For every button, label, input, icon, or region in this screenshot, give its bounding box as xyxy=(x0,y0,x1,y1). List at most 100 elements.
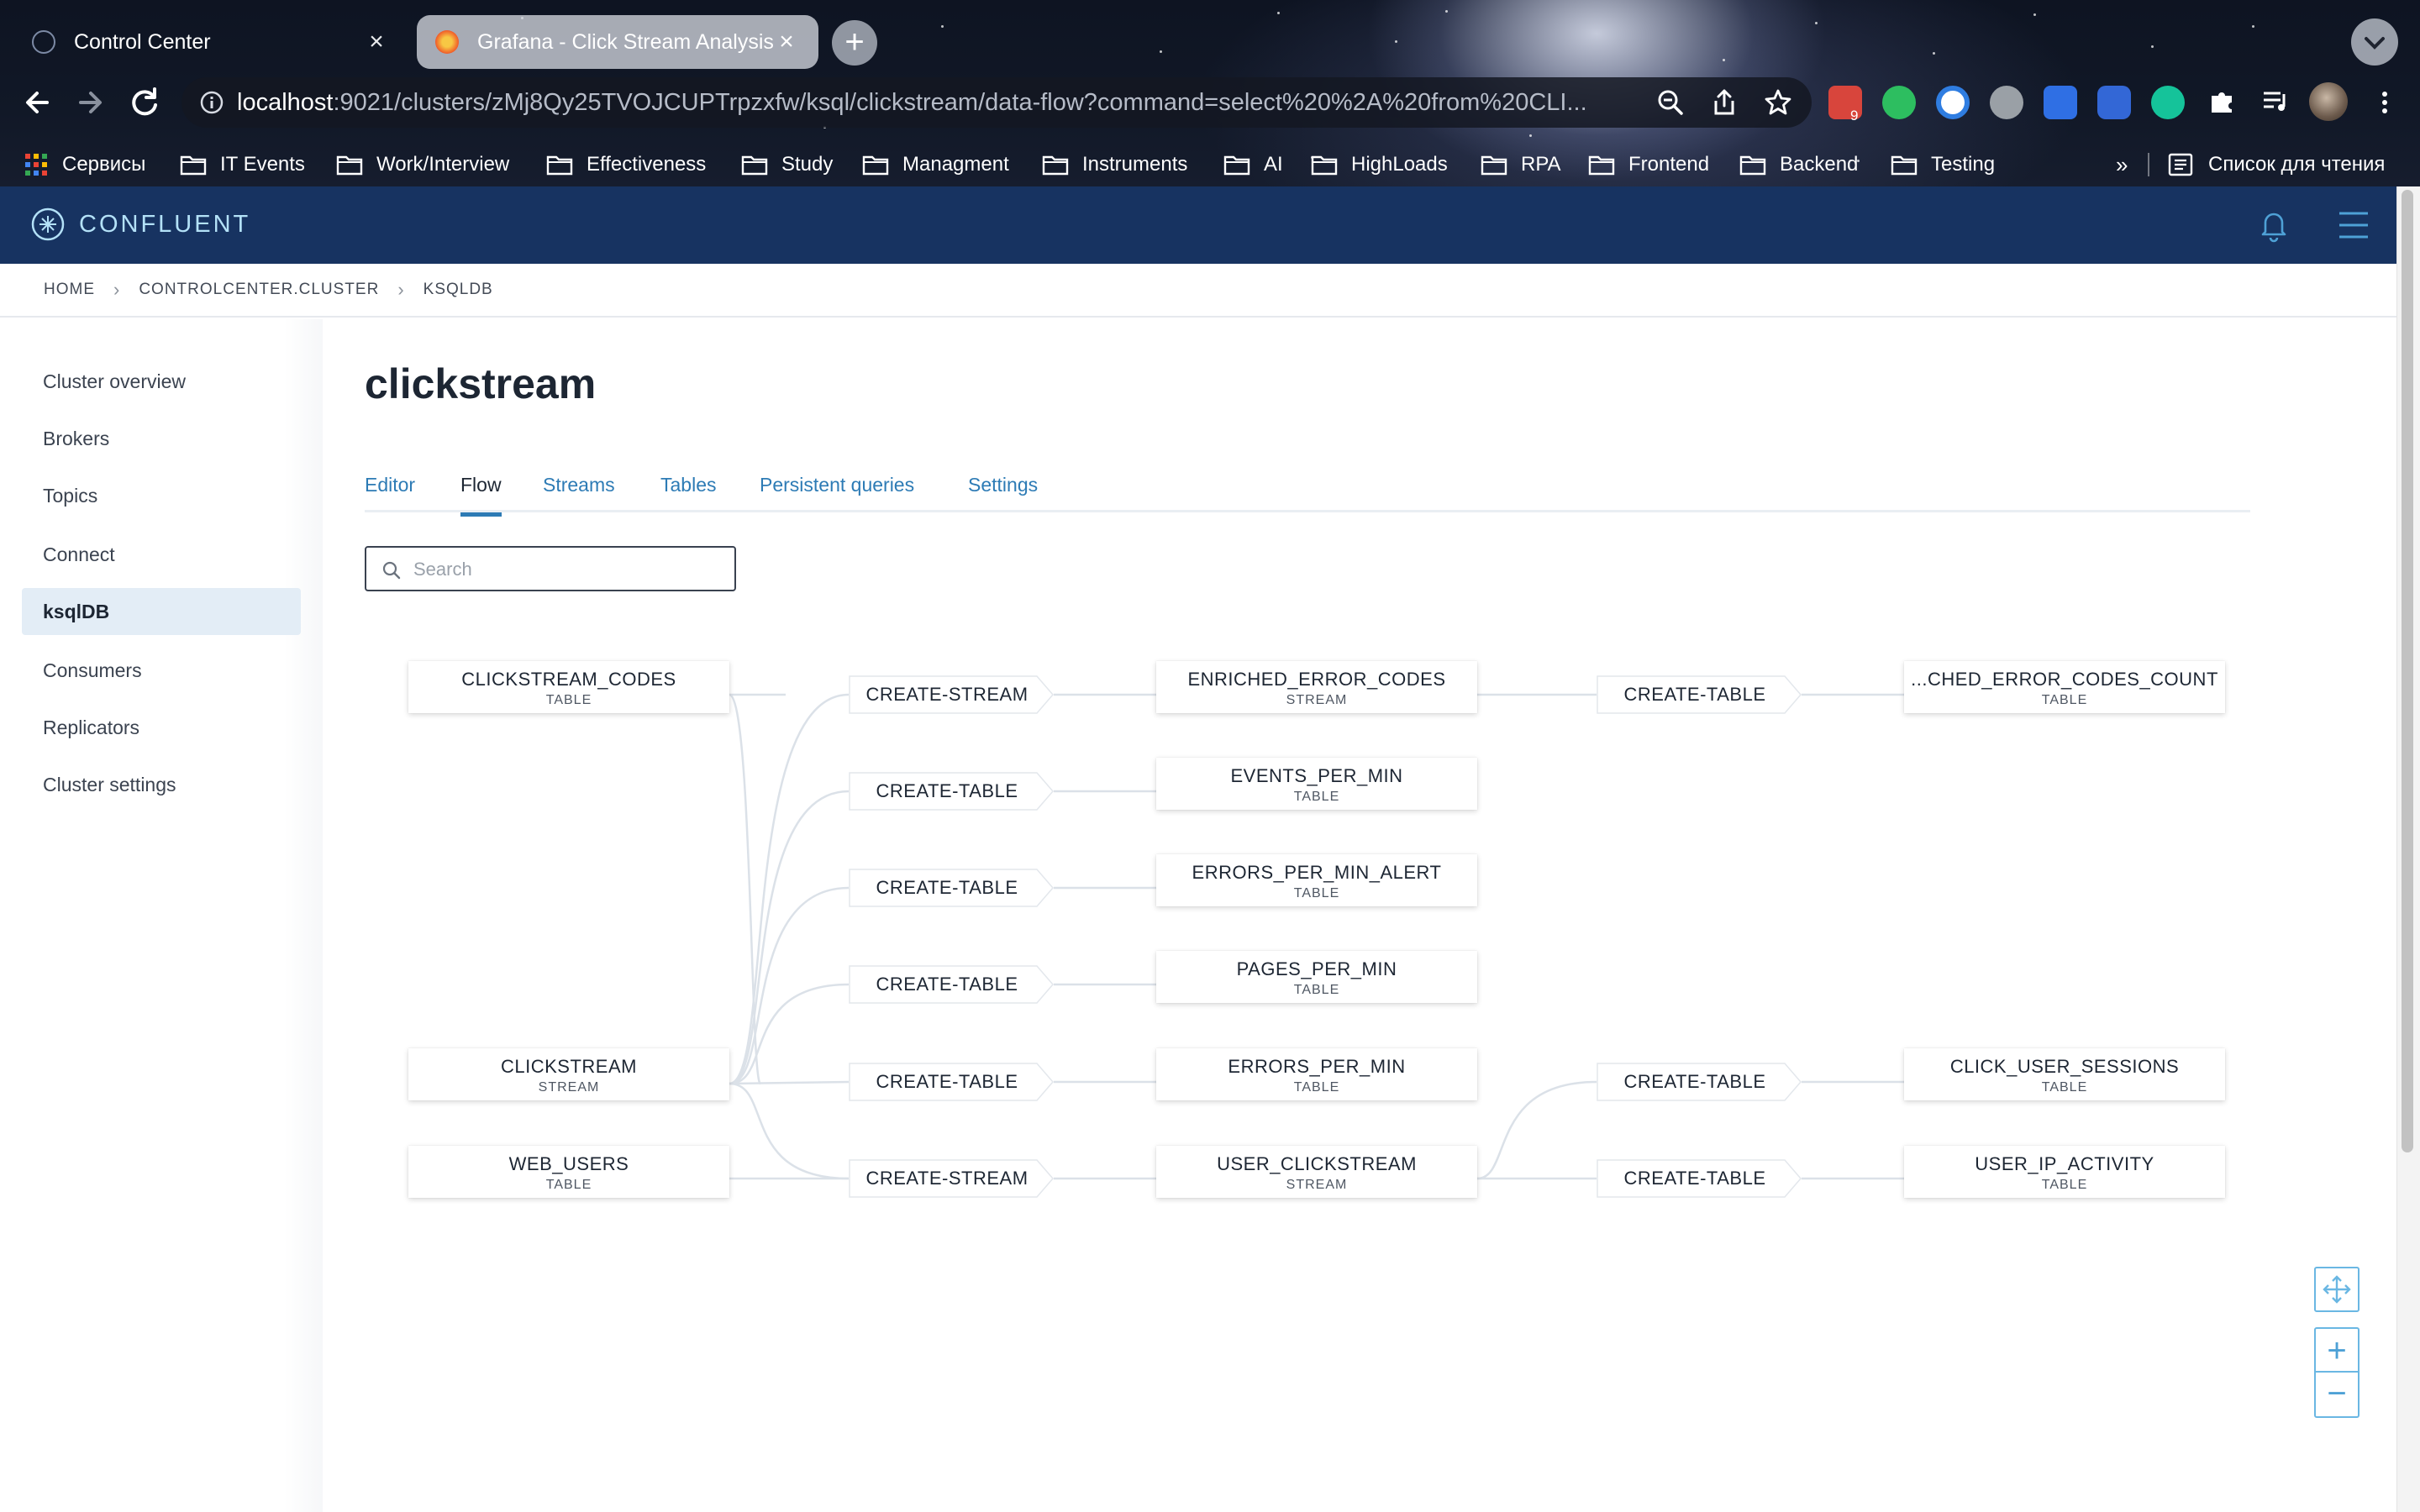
bookmark-folder[interactable]: AI xyxy=(1223,143,1283,186)
tab-settings[interactable]: Settings xyxy=(968,474,1038,496)
tab-streams[interactable]: Streams xyxy=(543,474,615,496)
notifications-bell-icon[interactable] xyxy=(2257,207,2291,244)
node-type: TABLE xyxy=(545,693,592,707)
zoom-out-button[interactable]: − xyxy=(2316,1373,2358,1416)
flow-node-clickstream[interactable]: CLICKSTREAM STREAM xyxy=(408,1048,729,1100)
sidebar-item-ksqldb[interactable]: ksqlDB xyxy=(22,588,301,635)
bookmark-folder[interactable]: IT Events xyxy=(180,143,305,186)
zoom-in-button[interactable]: + xyxy=(2316,1329,2358,1373)
bookmark-folder[interactable]: RPA xyxy=(1481,143,1561,186)
bookmark-label: Study xyxy=(781,153,834,176)
more-bookmarks-button[interactable]: » xyxy=(2116,143,2128,186)
bookmark-folder[interactable]: Instruments xyxy=(1042,143,1187,186)
more-menu-icon[interactable] xyxy=(2370,87,2400,118)
bookmark-folder[interactable]: HighLoads xyxy=(1311,143,1448,186)
tab-tables[interactable]: Tables xyxy=(660,474,716,496)
bookmark-folder[interactable]: Managment xyxy=(862,143,1009,186)
flow-node-user-clickstream[interactable]: USER_CLICKSTREAM STREAM xyxy=(1156,1146,1477,1198)
profile-avatar[interactable] xyxy=(2309,82,2348,121)
bookmark-folder[interactable]: Frontend xyxy=(1588,143,1709,186)
flow-op-create-table[interactable]: CREATE-TABLE xyxy=(1597,1159,1802,1198)
browser-tab-control-center[interactable]: Control Center × xyxy=(13,15,408,69)
confluent-logo[interactable]: CONFLUENT xyxy=(30,207,250,242)
reading-list-button[interactable]: Список для чтения xyxy=(2168,143,2385,186)
new-tab-button[interactable]: + xyxy=(832,20,877,66)
flow-node-events-per-min[interactable]: EVENTS_PER_MIN TABLE xyxy=(1156,758,1477,810)
op-label: CREATE-TABLE xyxy=(876,974,1018,995)
flow-op-create-table[interactable]: CREATE-TABLE xyxy=(849,772,1054,811)
flow-op-create-stream[interactable]: CREATE-STREAM xyxy=(849,1159,1054,1198)
media-control-icon[interactable] xyxy=(2260,86,2291,116)
flow-op-create-table[interactable]: CREATE-TABLE xyxy=(849,965,1054,1004)
node-type: STREAM xyxy=(538,1080,600,1095)
power-extension-icon[interactable] xyxy=(1990,86,2023,119)
sidebar-item-cluster-settings[interactable]: Cluster settings xyxy=(22,761,301,808)
site-info-icon[interactable] xyxy=(198,89,225,116)
search-input[interactable] xyxy=(413,554,724,585)
fit-to-screen-button[interactable] xyxy=(2314,1267,2360,1312)
breadcrumb-home[interactable]: HOME xyxy=(44,281,95,299)
zoom-icon[interactable] xyxy=(1655,87,1686,118)
node-name: EVENTS_PER_MIN xyxy=(1230,765,1403,786)
tab-persistent-queries[interactable]: Persistent queries xyxy=(760,474,914,496)
sidebar-item-topics[interactable]: Topics xyxy=(22,472,301,519)
flow-op-create-stream[interactable]: CREATE-STREAM xyxy=(849,675,1054,714)
forward-button[interactable] xyxy=(71,82,111,123)
folder-icon xyxy=(336,155,363,176)
bookmark-label: RPA xyxy=(1521,153,1561,176)
breadcrumb-cluster[interactable]: CONTROLCENTER.CLUSTER xyxy=(139,281,379,299)
bookmark-folder[interactable]: Testing xyxy=(1891,143,1995,186)
bookmark-apps[interactable]: Сервисы xyxy=(24,143,145,186)
bookmark-label: Effectiveness xyxy=(587,153,707,176)
evernote-extension-icon[interactable] xyxy=(1882,86,1916,119)
flow-op-create-table[interactable]: CREATE-TABLE xyxy=(1597,675,1802,714)
sidebar-item-brokers[interactable]: Brokers xyxy=(22,415,301,462)
reload-button[interactable] xyxy=(124,82,165,123)
bookmark-folder[interactable]: Backend xyxy=(1739,143,1858,186)
url-host: localhost xyxy=(237,88,334,116)
sidebar-item-consumers[interactable]: Consumers xyxy=(22,647,301,694)
tab-editor[interactable]: Editor xyxy=(365,474,415,496)
bookmarks-divider xyxy=(2148,153,2149,176)
share-icon[interactable] xyxy=(1709,87,1739,118)
bookmark-folder[interactable]: Study xyxy=(741,143,833,186)
puzzle-extensions-icon[interactable] xyxy=(2207,86,2237,116)
back-button[interactable] xyxy=(17,82,57,123)
node-type: TABLE xyxy=(1293,790,1340,804)
browser-tab-grafana[interactable]: Grafana - Click Stream Analysis × xyxy=(417,15,818,69)
sidebar-item-replicators[interactable]: Replicators xyxy=(22,704,301,751)
scrollbar-thumb[interactable] xyxy=(2402,190,2413,1152)
flow-node-pages-per-min[interactable]: PAGES_PER_MIN TABLE xyxy=(1156,951,1477,1003)
tab-flow[interactable]: Flow xyxy=(460,474,502,517)
sidebar-item-connect[interactable]: Connect xyxy=(22,531,301,578)
flow-node-click-user-sessions[interactable]: CLICK_USER_SESSIONS TABLE xyxy=(1904,1048,2225,1100)
flow-node-web-users[interactable]: WEB_USERS TABLE xyxy=(408,1146,729,1198)
v-extension-icon[interactable] xyxy=(2044,86,2077,119)
reload-icon xyxy=(132,87,157,116)
bookmark-folder[interactable]: Work/Interview xyxy=(336,143,509,186)
flow-node-errors-per-min-alert[interactable]: ERRORS_PER_MIN_ALERT TABLE xyxy=(1156,854,1477,906)
flow-node-clickstream-codes[interactable]: CLICKSTREAM_CODES TABLE xyxy=(408,661,729,713)
hamburger-menu-icon[interactable] xyxy=(2336,208,2371,242)
flow-op-create-table[interactable]: CREATE-TABLE xyxy=(849,1063,1054,1101)
flow-node-errors-per-min[interactable]: ERRORS_PER_MIN TABLE xyxy=(1156,1048,1477,1100)
flow-node-enriched-error-codes[interactable]: ENRICHED_ERROR_CODES STREAM xyxy=(1156,661,1477,713)
bookmark-extension-icon[interactable] xyxy=(2097,86,2131,119)
browser-chrome: Control Center × Grafana - Click Stream … xyxy=(0,0,2420,186)
node-name: ERRORS_PER_MIN_ALERT xyxy=(1192,862,1442,883)
grammarly-extension-icon[interactable] xyxy=(2151,86,2185,119)
address-bar[interactable]: localhost:9021/clusters/zMj8Qy25TVOJCUPT… xyxy=(182,77,1812,128)
sidebar-item-cluster-overview[interactable]: Cluster overview xyxy=(22,358,301,405)
node-type: TABLE xyxy=(545,1178,592,1192)
lastpass-extension-icon[interactable] xyxy=(1936,86,1970,119)
tab-search-button[interactable] xyxy=(2351,18,2398,66)
flow-op-create-table[interactable]: CREATE-TABLE xyxy=(1597,1063,1802,1101)
flow-op-create-table[interactable]: CREATE-TABLE xyxy=(849,869,1054,907)
breadcrumb-ksqldb[interactable]: KSQLDB xyxy=(424,281,493,299)
close-tab-icon[interactable]: × xyxy=(771,27,802,57)
close-tab-icon[interactable]: × xyxy=(361,27,392,57)
bookmark-star-icon[interactable] xyxy=(1763,87,1793,118)
bookmark-folder[interactable]: Effectiveness xyxy=(546,143,706,186)
flow-node-user-ip-activity[interactable]: USER_IP_ACTIVITY TABLE xyxy=(1904,1146,2225,1198)
flow-node-enriched-error-codes-count[interactable]: ...CHED_ERROR_CODES_COUNT TABLE xyxy=(1904,661,2225,713)
